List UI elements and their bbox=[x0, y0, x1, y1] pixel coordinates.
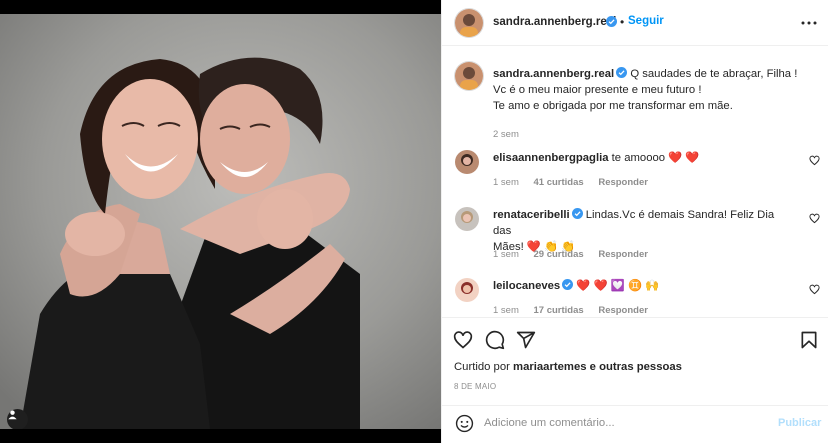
comment-author[interactable]: leilocaneves bbox=[493, 280, 560, 292]
comment-likes[interactable]: 29 curtidas bbox=[534, 249, 584, 260]
emoji-icon[interactable] bbox=[455, 414, 474, 433]
more-options-icon[interactable] bbox=[800, 14, 818, 32]
reply-button[interactable]: Responder bbox=[598, 249, 648, 260]
save-bookmark-icon[interactable] bbox=[799, 330, 819, 350]
comment-input[interactable] bbox=[484, 412, 764, 434]
verified-badge-icon bbox=[562, 279, 574, 290]
post-header: sandra.annenberg.real • Seguir bbox=[442, 0, 828, 46]
comment-meta: 1 sem 17 curtidas Responder bbox=[493, 305, 660, 316]
post-media-pane bbox=[0, 0, 441, 443]
publish-button[interactable]: Publicar bbox=[778, 417, 821, 429]
commenter-avatar[interactable] bbox=[455, 150, 479, 174]
comment-like-heart-icon[interactable] bbox=[809, 213, 820, 224]
like-heart-icon[interactable] bbox=[453, 330, 473, 350]
share-paper-plane-icon[interactable] bbox=[516, 330, 536, 350]
post-date[interactable]: 8 DE MAIO bbox=[454, 382, 496, 391]
separator-dot: • bbox=[620, 15, 625, 29]
verified-badge-icon bbox=[616, 67, 628, 78]
comment-time[interactable]: 1 sem bbox=[493, 177, 519, 188]
liked-by-others[interactable]: e outras pessoas bbox=[590, 361, 682, 373]
comment-body: renataceribelli Lindas.Vc é demais Sandr… bbox=[493, 207, 793, 255]
comment-meta: 1 sem 29 curtidas Responder bbox=[493, 249, 660, 260]
comment-time[interactable]: 1 sem bbox=[493, 249, 519, 260]
commenter-avatar[interactable] bbox=[455, 278, 479, 302]
verified-badge-icon bbox=[606, 16, 617, 27]
post-photo[interactable] bbox=[0, 14, 441, 429]
comment-bubble-icon[interactable] bbox=[485, 330, 505, 350]
caption-line-1: Q saudades de te abraçar, Filha ! bbox=[630, 68, 798, 80]
comment-body: elisaannenbergpaglia te amoooo ❤️ ❤️ bbox=[493, 150, 793, 166]
comment-likes[interactable]: 17 curtidas bbox=[534, 305, 584, 316]
caption-avatar[interactable] bbox=[455, 62, 483, 90]
comment-time[interactable]: 1 sem bbox=[493, 305, 519, 316]
liked-by-user[interactable]: mariaartemes bbox=[513, 361, 586, 373]
author-avatar[interactable] bbox=[455, 9, 483, 37]
comment-like-heart-icon[interactable] bbox=[809, 155, 820, 166]
caption-time[interactable]: 2 sem bbox=[493, 127, 813, 143]
person-icon bbox=[8, 410, 17, 420]
reply-button[interactable]: Responder bbox=[598, 177, 648, 188]
comment-like-heart-icon[interactable] bbox=[809, 284, 820, 295]
comment-text: ❤️ ❤️ 💟 ♊ 🙌 bbox=[576, 280, 660, 292]
comment-meta: 1 sem 41 curtidas Responder bbox=[493, 177, 660, 188]
comment-body: leilocaneves ❤️ ❤️ 💟 ♊ 🙌 bbox=[493, 278, 793, 294]
user-tag-button[interactable] bbox=[7, 409, 28, 429]
post-side-panel: sandra.annenberg.real • Seguir sandra.an… bbox=[441, 0, 828, 443]
comment-likes[interactable]: 41 curtidas bbox=[534, 177, 584, 188]
caption-author[interactable]: sandra.annenberg.real bbox=[493, 68, 614, 80]
caption-text: sandra.annenberg.real Q saudades de te a… bbox=[493, 66, 813, 143]
photo-illustration bbox=[0, 14, 441, 429]
follow-button[interactable]: Seguir bbox=[628, 15, 664, 27]
liked-by-text: Curtido por mariaartemes e outras pessoa… bbox=[454, 361, 682, 373]
post-actions-section: Curtido por mariaartemes e outras pessoa… bbox=[442, 317, 828, 437]
commenter-avatar[interactable] bbox=[455, 207, 479, 231]
comment-author[interactable]: elisaannenbergpaglia bbox=[493, 152, 609, 164]
comment-author[interactable]: renataceribelli bbox=[493, 209, 570, 221]
reply-button[interactable]: Responder bbox=[598, 305, 648, 316]
comment-text: te amoooo ❤️ ❤️ bbox=[611, 152, 700, 164]
add-comment-bar: Publicar bbox=[442, 405, 828, 438]
liked-by-prefix: Curtido por bbox=[454, 361, 510, 373]
caption-line-3: Te amo e obrigada por me transformar em … bbox=[493, 100, 733, 112]
verified-badge-icon bbox=[571, 208, 583, 219]
caption-line-2: Vc é o meu maior presente e meu futuro ! bbox=[493, 84, 702, 96]
author-username[interactable]: sandra.annenberg.real bbox=[493, 16, 616, 28]
